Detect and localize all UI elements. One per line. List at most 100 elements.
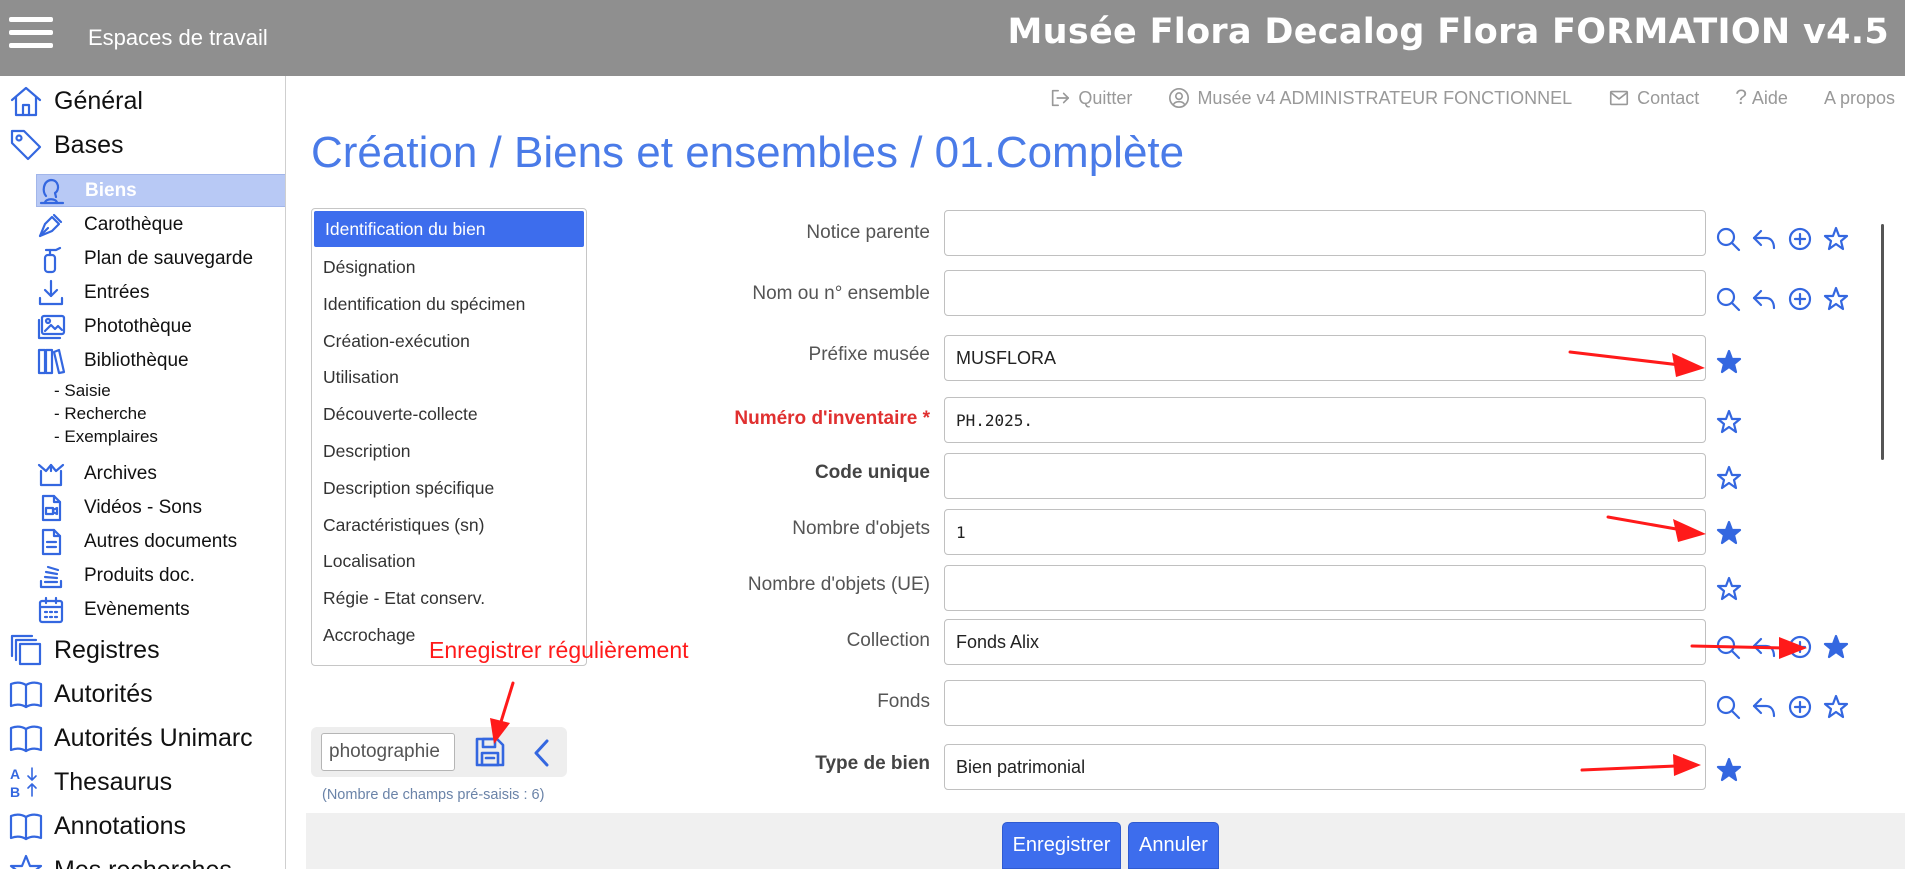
section-item[interactable]: Identification du spécimen bbox=[312, 286, 586, 323]
search-icon[interactable] bbox=[1715, 694, 1741, 720]
plus-circle-icon[interactable] bbox=[1787, 286, 1813, 312]
star-filled-icon[interactable] bbox=[1716, 520, 1742, 546]
label-prefixe-musee: Préfixe musée bbox=[808, 344, 930, 365]
sidebar-item-plan-sauvegarde[interactable]: Plan de sauvegarde bbox=[36, 242, 285, 275]
fonds-field[interactable] bbox=[944, 680, 1706, 726]
sidebar-item-phototheque[interactable]: Photothèque bbox=[36, 310, 285, 343]
sidebar-item-label: Bibliothèque bbox=[84, 349, 189, 371]
nombre-objets-ue-field[interactable] bbox=[944, 565, 1706, 611]
sidebar-item-label: Entrées bbox=[84, 281, 150, 303]
hamburger-menu-icon[interactable] bbox=[9, 17, 53, 53]
sidebar-item-archives[interactable]: Archives bbox=[36, 457, 285, 490]
label-nombre-objets-ue: Nombre d'objets (UE) bbox=[747, 574, 930, 595]
numero-inventaire-field[interactable]: PH.2025. bbox=[944, 397, 1706, 443]
search-icon[interactable] bbox=[1715, 286, 1741, 312]
help-link[interactable]: ? Aide bbox=[1735, 86, 1788, 110]
sidebar-item-registres[interactable]: Registres bbox=[0, 629, 285, 671]
type-bien-field[interactable]: Bien patrimonial bbox=[944, 744, 1706, 790]
star-outline-icon[interactable] bbox=[1716, 409, 1742, 435]
star-outline-icon[interactable] bbox=[1823, 286, 1849, 312]
section-item[interactable]: Régie - Etat conserv. bbox=[312, 580, 586, 617]
star-filled-icon[interactable] bbox=[1716, 757, 1742, 783]
contact-label: Contact bbox=[1637, 87, 1700, 108]
save-button[interactable]: Enregistrer bbox=[1002, 822, 1121, 869]
sidebar-item-label: Bases bbox=[54, 130, 124, 159]
section-item[interactable]: Description spécifique bbox=[312, 470, 586, 507]
reply-icon[interactable] bbox=[1751, 286, 1777, 312]
cancel-button[interactable]: Annuler bbox=[1128, 822, 1219, 869]
reply-icon[interactable] bbox=[1751, 694, 1777, 720]
sidebar-item-annotations[interactable]: Annotations bbox=[0, 805, 285, 847]
workspaces-link[interactable]: Espaces de travail bbox=[88, 25, 268, 51]
plus-circle-icon[interactable] bbox=[1787, 226, 1813, 252]
sidebar-item-evenements[interactable]: Evènements bbox=[36, 593, 285, 626]
section-item[interactable]: Description bbox=[312, 433, 586, 470]
registers-icon bbox=[10, 634, 42, 666]
section-item[interactable]: Localisation bbox=[312, 543, 586, 580]
user-circle-icon bbox=[1169, 88, 1190, 108]
about-link[interactable]: A propos bbox=[1824, 86, 1895, 110]
annotation-text: Enregistrer régulièrement bbox=[429, 637, 689, 663]
star-outline-icon[interactable] bbox=[1716, 465, 1742, 491]
plus-circle-icon[interactable] bbox=[1787, 694, 1813, 720]
preset-save-box bbox=[311, 727, 567, 777]
star-outline-icon bbox=[9, 854, 43, 869]
prefixe-musee-select[interactable]: MUSFLORA bbox=[944, 335, 1706, 381]
sections-list[interactable]: Identification du bien Désignation Ident… bbox=[311, 208, 587, 666]
user-label: Musée v4 ADMINISTRATEUR FONCTIONNEL bbox=[1197, 87, 1573, 108]
sidebar-link-saisie[interactable]: - Saisie bbox=[54, 381, 111, 401]
chevron-left-icon[interactable] bbox=[529, 737, 555, 769]
search-icon[interactable] bbox=[1715, 226, 1741, 252]
star-outline-icon[interactable] bbox=[1823, 694, 1849, 720]
sidebar-item-autres-documents[interactable]: Autres documents bbox=[36, 525, 285, 558]
sidebar-item-label: Autres documents bbox=[84, 530, 238, 552]
sidebar-item-videos-sons[interactable]: Vidéos - Sons bbox=[36, 491, 285, 524]
section-item[interactable]: Utilisation bbox=[312, 359, 586, 396]
section-item[interactable]: Caractéristiques (sn) bbox=[312, 507, 586, 544]
utility-nav: Quitter Musée v4 ADMINISTRATEUR FONCTION… bbox=[1013, 86, 1895, 110]
books-icon bbox=[37, 348, 66, 374]
open-book-icon bbox=[9, 681, 43, 709]
code-unique-field[interactable] bbox=[944, 453, 1706, 499]
sidebar-item-bibliotheque[interactable]: Bibliothèque bbox=[36, 344, 285, 377]
quit-link[interactable]: Quitter bbox=[1049, 86, 1132, 110]
star-outline-icon[interactable] bbox=[1716, 576, 1742, 602]
star-outline-icon[interactable] bbox=[1823, 226, 1849, 252]
nombre-objets-field[interactable]: 1 bbox=[944, 509, 1706, 555]
sidebar-item-general[interactable]: Général bbox=[0, 80, 285, 122]
page-title: Création / Biens et ensembles / 01.Compl… bbox=[311, 128, 1185, 177]
sidebar-item-label: Carothèque bbox=[84, 213, 184, 235]
star-filled-icon[interactable] bbox=[1716, 349, 1742, 375]
plus-circle-icon[interactable] bbox=[1787, 634, 1813, 660]
floppy-disk-icon[interactable] bbox=[473, 735, 507, 769]
sidebar-link-exemplaires[interactable]: - Exemplaires bbox=[54, 427, 158, 447]
section-item[interactable]: Découverte-collecte bbox=[312, 396, 586, 433]
sidebar-link-recherche[interactable]: - Recherche bbox=[54, 404, 147, 424]
reply-icon[interactable] bbox=[1751, 226, 1777, 252]
sidebar-item-carotheque[interactable]: Carothèque bbox=[36, 208, 285, 241]
sidebar-item-label: Autorités bbox=[54, 679, 153, 708]
notice-parente-field[interactable] bbox=[944, 210, 1706, 256]
form-scrollbar[interactable] bbox=[1881, 224, 1884, 460]
sidebar-item-thesaurus[interactable]: AB Thesaurus bbox=[0, 761, 285, 803]
star-filled-icon[interactable] bbox=[1823, 634, 1849, 660]
section-item[interactable]: Identification du bien bbox=[314, 211, 584, 247]
contact-link[interactable]: Contact bbox=[1608, 86, 1699, 110]
search-icon[interactable] bbox=[1715, 634, 1741, 660]
nom-ensemble-field[interactable] bbox=[944, 270, 1706, 316]
preset-name-input[interactable] bbox=[321, 733, 455, 771]
section-item[interactable]: Création-exécution bbox=[312, 323, 586, 360]
collection-field[interactable]: Fonds Alix bbox=[944, 619, 1706, 665]
section-item[interactable]: Désignation bbox=[312, 249, 586, 286]
sidebar-item-produits-doc[interactable]: Produits doc. bbox=[36, 559, 285, 592]
sidebar-item-mes-recherches[interactable]: Mes recherches bbox=[0, 849, 285, 869]
sidebar-item-entrees[interactable]: Entrées bbox=[36, 276, 285, 309]
question-mark-icon: ? bbox=[1735, 86, 1747, 109]
sidebar-item-bases[interactable]: Bases bbox=[0, 124, 285, 166]
sidebar-item-autorites-unimarc[interactable]: Autorités Unimarc bbox=[0, 717, 285, 759]
user-link[interactable]: Musée v4 ADMINISTRATEUR FONCTIONNEL bbox=[1168, 86, 1572, 110]
label-nombre-objets: Nombre d'objets bbox=[792, 518, 930, 539]
reply-icon[interactable] bbox=[1751, 634, 1777, 660]
sidebar-item-biens[interactable]: Biens bbox=[36, 174, 285, 207]
sidebar-item-autorites[interactable]: Autorités bbox=[0, 673, 285, 715]
